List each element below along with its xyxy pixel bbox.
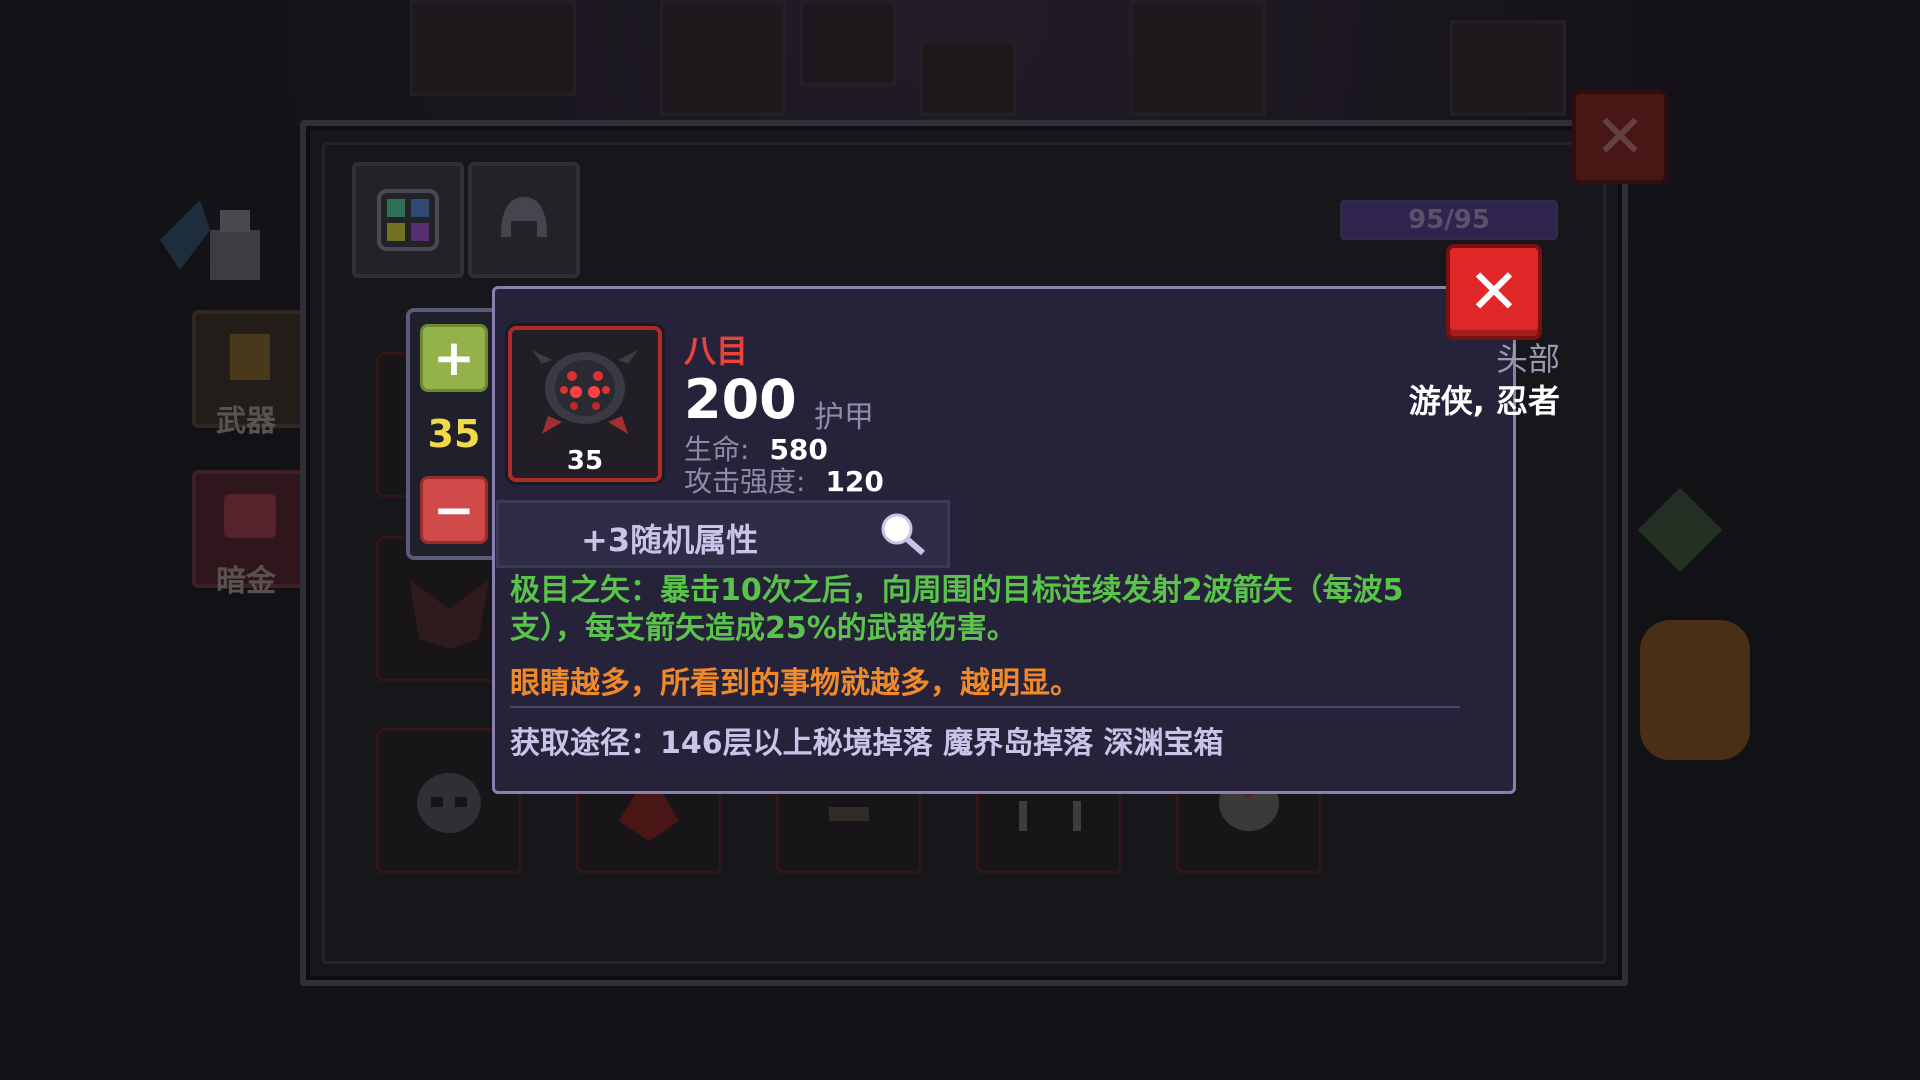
random-attributes-bar[interactable]: +3随机属性 [496, 500, 950, 568]
close-icon: ✕ [1468, 255, 1520, 328]
flavor-text: 眼睛越多，所看到的事物就越多，越明显。 [510, 666, 1080, 701]
divider [510, 706, 1460, 708]
plus-icon: + [433, 329, 475, 387]
item-classes: 游侠, 忍者 [1408, 382, 1560, 420]
item-level-badge: 35 [566, 446, 604, 476]
stat-value: 120 [825, 465, 884, 498]
level-increase-button[interactable]: + [420, 324, 488, 392]
item-icon-frame: 35 [508, 326, 662, 482]
popup-close-button[interactable]: ✕ [1446, 244, 1542, 340]
item-slot-type: 头部 [1495, 340, 1560, 378]
item-name: 八目 [684, 332, 749, 370]
item-source: 获取途径：146层以上秘境掉落 魔界岛掉落 深渊宝箱 [510, 726, 1224, 761]
magnifier-icon[interactable] [879, 511, 929, 557]
skill-description: 极目之矢：暴击10次之后，向周围的目标连续发射2波箭矢（每波5支），每支箭矢造成… [510, 573, 1404, 646]
random-attributes-label: +3随机属性 [581, 521, 759, 559]
minus-icon: − [433, 481, 475, 539]
level-stepper: + 35 − [406, 308, 502, 560]
spider-helmet-icon [532, 350, 638, 434]
stat-row-attack: 攻击强度: 120 [684, 460, 884, 500]
level-value: 35 [427, 412, 481, 456]
stat-label: 攻击强度: [684, 465, 806, 498]
level-decrease-button[interactable]: − [420, 476, 488, 544]
item-armor-value: 200 [684, 368, 797, 431]
